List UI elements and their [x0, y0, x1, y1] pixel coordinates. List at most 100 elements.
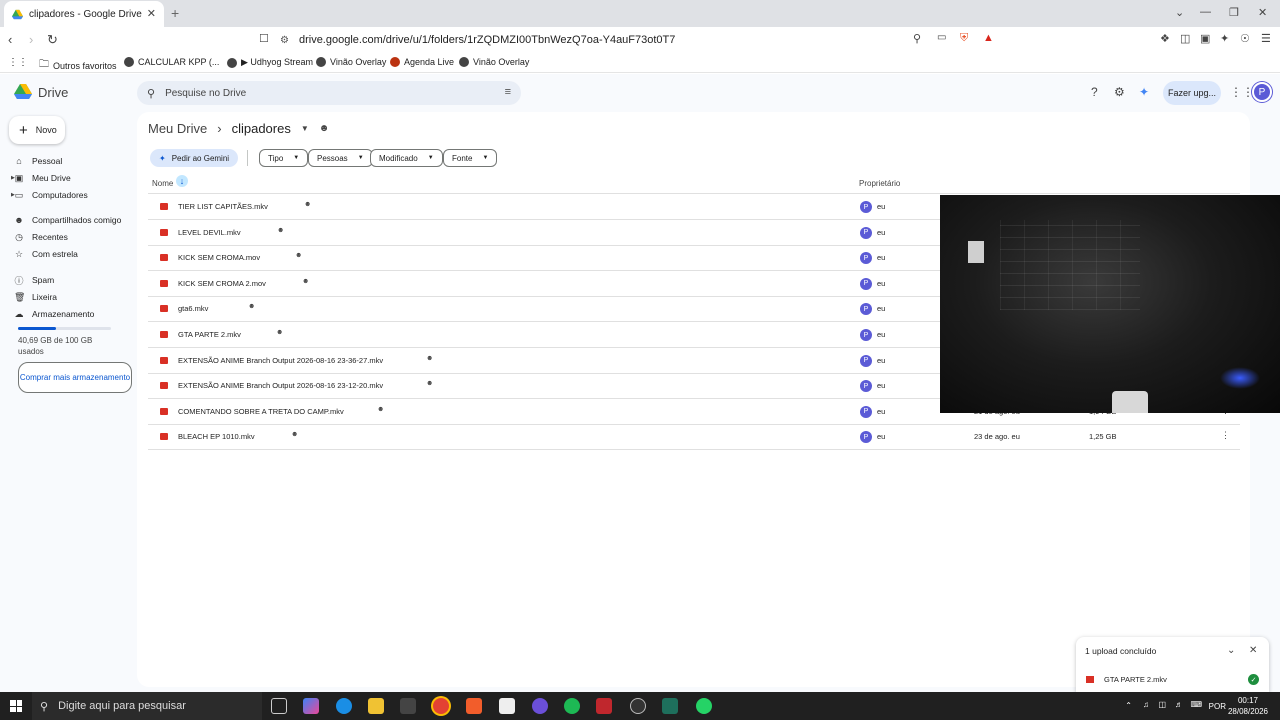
drive-logo[interactable]: Drive [14, 84, 68, 100]
brave-icon[interactable] [466, 698, 482, 714]
file-name[interactable]: EXTENSÃO ANIME Branch Output 2026-08-16 … [178, 356, 383, 365]
sidebar-item-meu-drive[interactable]: ▶ ▣ Meu Drive [11, 170, 71, 186]
brave-shield-icon[interactable]: ⛨ [960, 32, 968, 45]
chrome-icon[interactable] [433, 698, 449, 714]
address-bar[interactable]: ⚙ drive.google.com/drive/u/1/folders/1rZ… [280, 29, 1000, 51]
task-view-icon[interactable] [271, 698, 287, 714]
filter-tipo[interactable]: Tipo ▼ [259, 149, 309, 167]
settings-gear-icon[interactable]: ⚙ [1114, 85, 1125, 99]
sheets-icon[interactable] [662, 698, 678, 714]
extensions-icon[interactable]: ❖ [1160, 32, 1170, 45]
maximize-icon[interactable]: ❐ [1229, 6, 1239, 19]
language-indicator[interactable]: POR [1209, 702, 1226, 711]
file-name[interactable]: GTA PARTE 2.mkv [178, 330, 241, 339]
collapse-icon[interactable]: ⌄ [1227, 645, 1235, 656]
window-close-icon[interactable]: ✕ [1258, 6, 1267, 19]
ask-gemini-button[interactable]: ✦ Pedir ao Gemini [150, 149, 239, 167]
sidebar-item-com-estrela[interactable]: ☆ Com estrela [14, 246, 78, 262]
spotify-icon[interactable] [564, 698, 580, 714]
store-icon[interactable] [400, 698, 416, 714]
gemini-icon[interactable]: ✦ [1139, 85, 1149, 99]
filter-pessoas[interactable]: Pessoas ▼ [308, 149, 373, 167]
tab-search-icon[interactable]: ⌄ [1175, 6, 1184, 19]
edge-icon[interactable] [336, 698, 352, 714]
sidebar-item-lixeira[interactable]: 🗑 Lixeira [14, 289, 57, 305]
account-avatar[interactable]: P [1252, 82, 1272, 102]
bookmark-vinao-overlay-2[interactable]: Vinão Overlay [459, 57, 529, 67]
sidebar-icon[interactable]: ◫ [1180, 32, 1190, 45]
site-settings-icon[interactable]: ⚙ [280, 35, 289, 46]
voicemod-icon[interactable] [596, 698, 612, 714]
network-icon[interactable]: ◫ [1158, 700, 1166, 709]
brave-rewards-icon[interactable]: ▲ [983, 32, 994, 44]
microphone-icon[interactable]: ♫ [1143, 700, 1149, 709]
sort-arrow-icon[interactable]: ↓ [176, 175, 188, 187]
reload-icon[interactable]: ↻ [47, 32, 58, 48]
bookmark-calcular-kpp[interactable]: CALCULAR KPP (... [124, 57, 219, 67]
file-name[interactable]: gta6.mkv [178, 304, 208, 313]
discord-icon[interactable] [532, 698, 548, 714]
new-tab-icon[interactable]: + [171, 5, 179, 21]
filter-fonte[interactable]: Fonte ▼ [443, 149, 498, 167]
breadcrumb-current[interactable]: clipadores [232, 121, 291, 136]
keyboard-icon[interactable]: ⌨ [1190, 700, 1202, 709]
file-name[interactable]: KICK SEM CROMA.mov [178, 253, 260, 262]
leo-ai-icon[interactable]: ✦ [1220, 32, 1229, 45]
file-name[interactable]: COMENTANDO SOBRE A TRETA DO CAMP.mkv [178, 407, 344, 416]
bookmark-vinao-overlay[interactable]: Vinão Overlay [316, 57, 386, 67]
minimize-icon[interactable]: — [1200, 6, 1211, 18]
menu-icon[interactable]: ☰ [1261, 32, 1271, 45]
taskbar-search[interactable]: ⚲ Digite aqui para pesquisar [32, 692, 262, 720]
bookmark-folder-outros[interactable]: 🗀 Outros favoritos [39, 57, 117, 74]
folder-dropdown-icon[interactable]: ▼ [301, 124, 309, 133]
file-name[interactable]: TIER LIST CAPITÃES.mkv [178, 202, 268, 211]
sidebar-item-spam[interactable]: ⓘ Spam [14, 272, 54, 288]
more-actions-icon[interactable]: ⋮ [1221, 430, 1230, 441]
sidebar-item-pessoal[interactable]: ⌂ Pessoal [14, 153, 62, 169]
file-name[interactable]: BLEACH EP 1010.mkv [178, 432, 255, 441]
vpn-icon[interactable]: ☉ [1240, 32, 1250, 45]
google-apps-icon[interactable]: ⋮⋮ [1230, 85, 1254, 99]
whatsapp-icon[interactable] [696, 698, 712, 714]
help-icon[interactable]: ? [1091, 85, 1098, 99]
windows-start-icon[interactable] [10, 700, 22, 712]
cast-icon[interactable]: ▭ [937, 32, 946, 43]
obs-icon[interactable] [630, 698, 646, 714]
file-name[interactable]: EXTENSÃO ANIME Branch Output 2026-08-16 … [178, 381, 383, 390]
column-owner[interactable]: Proprietário [859, 179, 900, 188]
clock-date[interactable]: 28/08/2026 [1228, 707, 1268, 716]
expand-arrow-icon[interactable]: ▶ [11, 192, 15, 198]
close-tab-icon[interactable]: ✕ [147, 7, 156, 20]
wallet-icon[interactable]: ▣ [1200, 32, 1210, 45]
vectorworks-icon[interactable] [499, 698, 515, 714]
forward-icon[interactable]: › [29, 32, 33, 47]
bookmark-agenda-live[interactable]: Agenda Live [390, 57, 454, 67]
expand-arrow-icon[interactable]: ▶ [11, 175, 15, 181]
zoom-icon[interactable]: ⚲ [913, 32, 921, 45]
sidebar-item-computadores[interactable]: ▶ ▭ Computadores [11, 187, 88, 203]
clock-time[interactable]: 00:17 [1238, 696, 1258, 705]
file-explorer-icon[interactable] [368, 698, 384, 714]
table-row[interactable]: BLEACH EP 1010.mkv ☻ Peu 23 de ago. eu 1,25 … [148, 424, 1240, 451]
new-button[interactable]: + Novo [9, 116, 65, 144]
filter-modificado[interactable]: Modificado ▼ [370, 149, 443, 167]
file-name[interactable]: KICK SEM CROMA 2.mov [178, 279, 266, 288]
close-icon[interactable]: ✕ [1249, 645, 1257, 656]
tray-overflow-icon[interactable]: ⌃ [1125, 701, 1132, 710]
copilot-icon[interactable] [303, 698, 319, 714]
buy-storage-button[interactable]: Comprar mais armazenamento [18, 362, 132, 393]
sidebar-item-recentes[interactable]: ◷ Recentes [14, 229, 68, 245]
file-name[interactable]: LEVEL DEVIL.mkv [178, 228, 241, 237]
column-name[interactable]: Nome [152, 179, 173, 188]
apps-icon[interactable]: ⋮⋮ [8, 57, 28, 68]
bookmark-icon[interactable]: ☐ [259, 32, 269, 45]
sidebar-item-compartilhados[interactable]: ☻ Compartilhados comigo [14, 212, 121, 228]
search-options-icon[interactable]: ≡ [505, 86, 511, 98]
back-icon[interactable]: ‹ [8, 32, 12, 47]
sidebar-item-armazenamento[interactable]: ☁ Armazenamento [14, 306, 95, 322]
bookmark-udhyog-stream[interactable]: ▶ Udhyog Stream [227, 57, 313, 68]
volume-icon[interactable]: ♬ [1175, 700, 1183, 709]
browser-tab[interactable]: clipadores - Google Drive ✕ [4, 1, 164, 27]
upgrade-button[interactable]: Fazer upg... [1163, 81, 1221, 105]
search-input[interactable]: ⚲ Pesquise no Drive ≡ [137, 81, 521, 105]
